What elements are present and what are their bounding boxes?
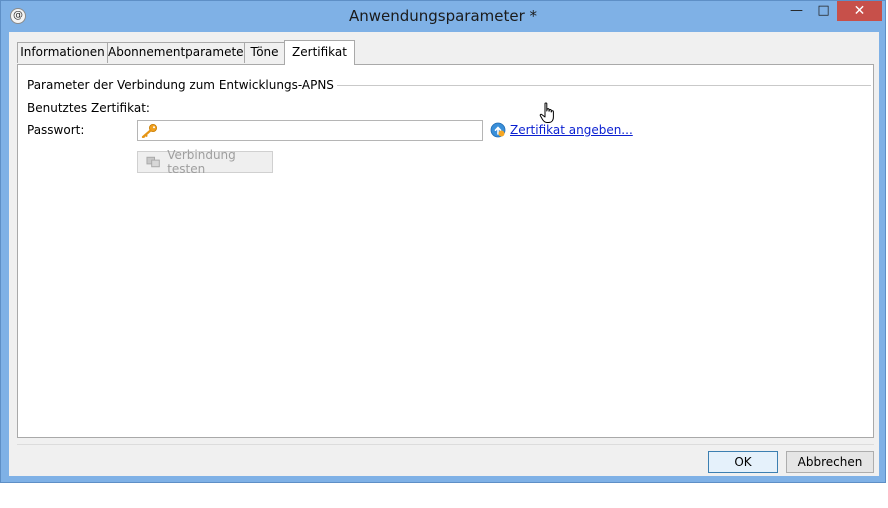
title-bar[interactable]: @ Anwendungsparameter * — □ ✕ (1, 1, 885, 31)
hand-cursor-icon (539, 102, 554, 123)
dialog-client-area: Informationen Abonnementparameter Töne Z… (9, 32, 879, 476)
test-connection-button[interactable]: Verbindung testen (137, 148, 273, 176)
certificate-label: Benutztes Zertifikat: (27, 101, 150, 115)
group-title: Parameter der Verbindung zum Entwicklung… (27, 78, 337, 92)
tab-abonnementparameter[interactable]: Abonnementparameter (107, 42, 249, 63)
dialog-window: @ Anwendungsparameter * — □ ✕ Informatio… (0, 0, 886, 483)
tab-panel-zertifikat: Parameter der Verbindung zum Entwicklung… (17, 64, 874, 438)
cloud-upload-icon (490, 122, 506, 138)
test-connection-label: Verbindung testen (167, 148, 236, 176)
tab-zertifikat[interactable]: Zertifikat (284, 40, 355, 65)
minimize-button[interactable]: — (783, 1, 810, 21)
specify-certificate-link-label[interactable]: Zertifikat angeben... (510, 123, 633, 137)
tab-toene[interactable]: Töne (244, 42, 285, 63)
window-title: Anwendungsparameter * (348, 7, 538, 25)
connection-test-icon (146, 156, 160, 168)
specify-certificate-link[interactable]: Zertifikat angeben... (489, 121, 633, 139)
ok-button[interactable]: OK (708, 451, 778, 473)
tab-informationen[interactable]: Informationen (17, 42, 108, 63)
footer-divider (17, 444, 874, 445)
password-label: Passwort: (27, 123, 85, 137)
cancel-button[interactable]: Abbrechen (786, 451, 874, 473)
password-field[interactable] (137, 120, 483, 141)
key-icon (141, 124, 157, 138)
close-button[interactable]: ✕ (837, 1, 882, 21)
maximize-button[interactable]: □ (810, 1, 837, 21)
